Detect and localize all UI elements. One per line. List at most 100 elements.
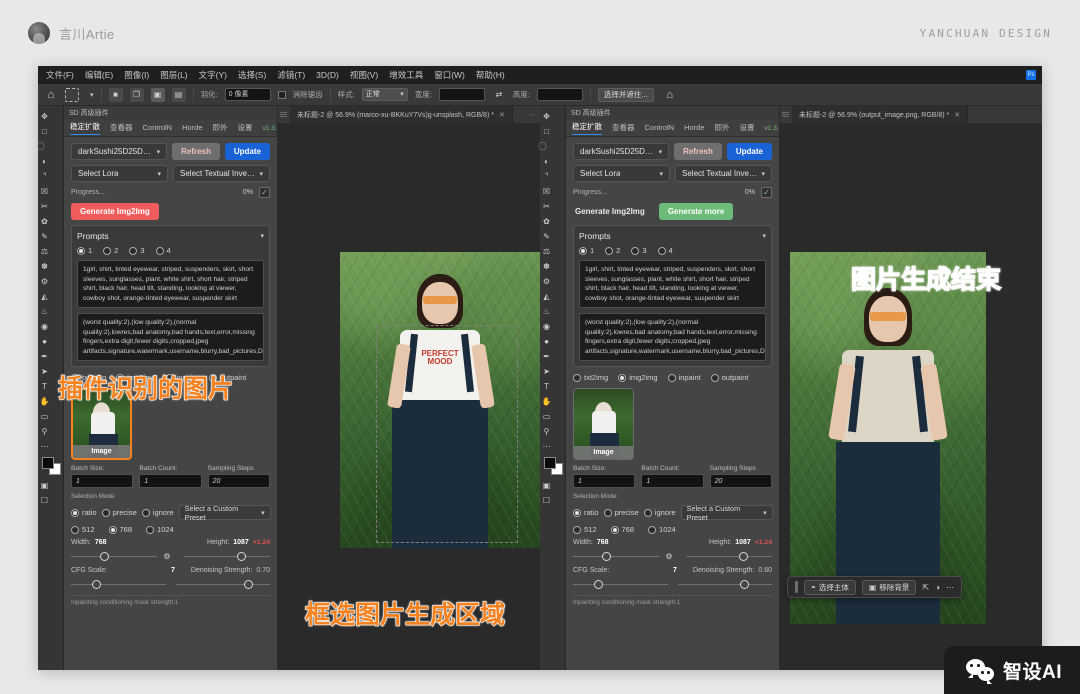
selmode-precise-left[interactable]: precise (101, 508, 137, 517)
tab-stable-diffusion[interactable]: 稳定扩散 (572, 121, 602, 135)
marquee-tool-icon[interactable]: □ (38, 124, 51, 139)
size-512-left[interactable]: 512 (71, 525, 95, 534)
tab-horde[interactable]: Horde (182, 123, 202, 134)
prompt-slot-3[interactable]: 3 (631, 246, 647, 255)
selmode-ratio-left[interactable]: ratio (71, 508, 97, 517)
shape-tool-icon[interactable]: ▭ (540, 409, 553, 424)
marquee-tool-icon[interactable] (65, 87, 79, 102)
chevron-down-icon[interactable]: ▾ (762, 232, 766, 240)
eyedropper-tool-icon[interactable]: ✂ (540, 199, 553, 214)
close-icon[interactable]: ✕ (499, 111, 505, 119)
tab-extra[interactable]: 即外 (213, 122, 228, 135)
menu-item-file[interactable]: 文件(F) (46, 69, 74, 81)
selmode-ignore-left[interactable]: ignore (141, 508, 174, 517)
menu-item-image[interactable]: 图像(I) (124, 69, 149, 81)
hand-tool-icon[interactable]: ✋ (540, 394, 553, 409)
mode-inpaint-right[interactable]: inpaint (667, 373, 701, 382)
antialias-checkbox[interactable] (277, 90, 286, 99)
history-brush-tool-icon[interactable]: ✽ (38, 259, 51, 274)
menu-item-edit[interactable]: 编辑(E) (85, 69, 113, 81)
custom-preset-select-right[interactable]: Select a Custom Preset ▾ (680, 504, 773, 522)
history-brush-tool-icon[interactable]: ✽ (540, 259, 553, 274)
selection-intersect-icon[interactable]: ▤ (171, 87, 186, 102)
color-swatches[interactable] (540, 454, 565, 478)
home-icon[interactable]: ⌂ (44, 88, 58, 102)
batch-count-input[interactable]: 1 (139, 474, 202, 489)
denoise-slider-right[interactable] (677, 579, 772, 590)
tab-stable-diffusion[interactable]: 稳定扩散 (70, 121, 100, 135)
swap-icon[interactable]: ⇄ (492, 88, 506, 102)
slider-knob[interactable] (602, 552, 612, 562)
width-input[interactable] (438, 88, 485, 101)
textual-inversion-select-left[interactable]: Select Textual Invers... ▾ (173, 165, 270, 182)
healing-brush-tool-icon[interactable]: ✿ (38, 214, 51, 229)
selmode-ignore-right[interactable]: ignore (643, 508, 676, 517)
tab-viewer[interactable]: 查看器 (110, 122, 133, 135)
remove-background-button[interactable]: ▣ 移除背景 (861, 579, 917, 595)
prompt-slot-1[interactable]: 1 (579, 246, 594, 255)
selmode-precise-right[interactable]: precise (603, 508, 639, 517)
source-image-thumbnail-right[interactable]: Image (573, 388, 634, 461)
negative-prompt-textarea-left[interactable]: (worst quality:2),(low quality:2),(norma… (77, 313, 264, 362)
blur-tool-icon[interactable]: ◉ (38, 319, 51, 334)
style-select[interactable]: 正常 ▾ (361, 88, 408, 101)
size-768-right[interactable]: 768 (610, 525, 634, 534)
menu-item-plugins[interactable]: 增效工具 (389, 69, 423, 81)
foreground-color-swatch[interactable] (42, 457, 54, 469)
progress-checkbox-left[interactable]: ✓ (259, 187, 270, 198)
pen-tool-icon[interactable]: ✒ (540, 349, 553, 364)
positive-prompt-textarea-left[interactable]: 1girl, shirt, tinted eyewear, striped, s… (77, 260, 264, 309)
pen-tool-icon[interactable]: ✒ (38, 349, 51, 364)
update-button-right[interactable]: Update (726, 143, 772, 160)
lasso-tool-icon[interactable]: ⃝ (38, 139, 51, 154)
canvas-image-left[interactable]: PERFECT MOOD (340, 252, 540, 548)
canvas-image-right[interactable] (790, 252, 986, 624)
blur-tool-icon[interactable]: ◉ (540, 319, 553, 334)
slider-knob[interactable] (237, 552, 247, 562)
prompt-slot-1[interactable]: 1 (77, 246, 92, 255)
close-icon[interactable]: ✕ (954, 111, 960, 119)
refresh-button-right[interactable]: Refresh (674, 143, 722, 160)
home-icon-right[interactable]: ⌂ (663, 88, 677, 102)
transform-icon[interactable]: ⇱ (922, 583, 929, 592)
screen-mode-icon[interactable]: ☐ (38, 493, 51, 508)
batch-size-input[interactable]: 1 (573, 474, 636, 489)
menu-item-type[interactable]: 文字(Y) (199, 69, 227, 81)
model-select-left[interactable]: darkSushi25D25D_v20 ▾ (71, 143, 168, 160)
zoom-tool-icon[interactable]: ⚲ (540, 424, 553, 439)
width-slider-right[interactable] (573, 551, 659, 562)
frame-tool-icon[interactable]: ☒ (540, 184, 553, 199)
adjustment-icon[interactable]: ◑ (935, 583, 940, 592)
selection-add-icon[interactable]: ❐ (129, 87, 144, 102)
menu-item-filter[interactable]: 滤镜(T) (277, 69, 305, 81)
tabbar-grip-icon[interactable] (280, 112, 287, 117)
tabbar-grip-icon[interactable] (782, 112, 789, 117)
quick-mask-icon[interactable]: ▣ (38, 478, 51, 493)
mode-txt2img-right[interactable]: txt2img (573, 373, 608, 382)
prompt-slot-4[interactable]: 4 (155, 246, 171, 255)
menu-item-help[interactable]: 帮助(H) (476, 69, 505, 81)
width-slider-left[interactable] (71, 551, 157, 562)
slider-knob[interactable] (739, 580, 749, 590)
more-tools-icon[interactable]: ⋯ (540, 439, 553, 454)
brush-tool-icon[interactable]: ✎ (38, 229, 51, 244)
clone-stamp-tool-icon[interactable]: ⚖ (38, 244, 51, 259)
height-slider-left[interactable] (184, 551, 271, 562)
paint-bucket-tool-icon[interactable]: ♨ (38, 304, 51, 319)
size-1024-left[interactable]: 1024 (146, 525, 174, 534)
tab-settings[interactable]: 设置 (238, 122, 253, 135)
denoise-slider-left[interactable] (175, 579, 270, 590)
type-tool-icon[interactable]: T (540, 379, 553, 394)
document-tab-1[interactable]: 未标题-2 @ 56.9% (marco-xu-BKKuY7Vs)g-unspl… (290, 106, 513, 123)
path-select-tool-icon[interactable]: ➤ (38, 364, 51, 379)
size-512-right[interactable]: 512 (573, 525, 597, 534)
height-input[interactable] (536, 88, 583, 101)
eraser-tool-icon[interactable]: ⚙ (540, 274, 553, 289)
canvas-stage-left[interactable]: PERFECT MOOD (278, 123, 540, 670)
model-select-right[interactable]: darkSushi25D25D_v20 ▾ (573, 143, 670, 160)
prompt-slot-2[interactable]: 2 (605, 246, 620, 255)
slider-knob[interactable] (739, 552, 749, 562)
shape-tool-icon[interactable]: ▭ (38, 409, 51, 424)
type-tool-icon[interactable]: T (38, 379, 51, 394)
slider-knob[interactable] (243, 580, 253, 590)
